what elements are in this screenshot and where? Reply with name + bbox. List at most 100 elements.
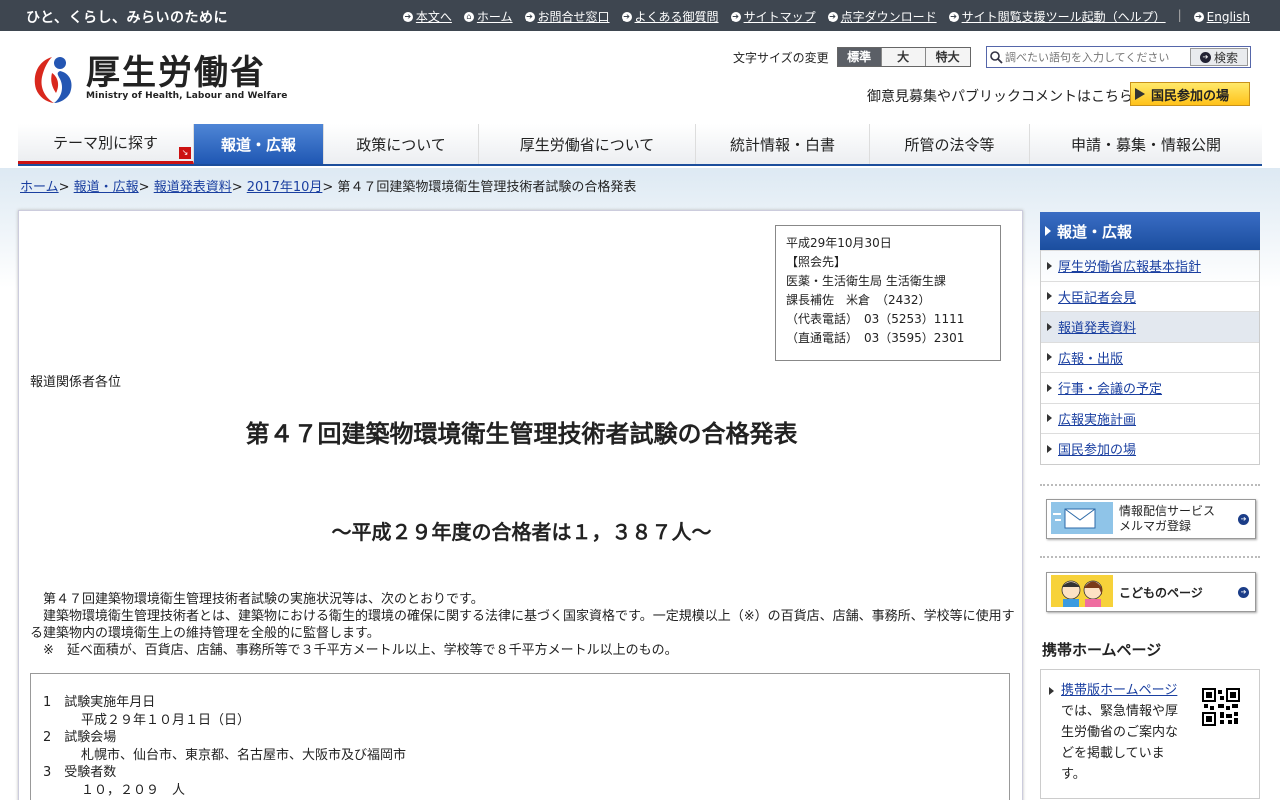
breadcrumb-press[interactable]: 報道・広報: [74, 180, 139, 195]
site-logo[interactable]: 厚生労働省 Ministry of Health, Labour and Wel…: [30, 53, 288, 105]
sidebar-heading[interactable]: 報道・広報: [1040, 212, 1260, 250]
ministry-logo-icon: [30, 53, 78, 105]
bullet-icon: [1047, 353, 1052, 362]
divider: |: [1177, 8, 1182, 22]
top-bar: ひと、くらし、みらいのために ➔ 本文へ ⌂ ホーム ➔ お問合せ窓口 ➔ よくある御質…: [0, 0, 1280, 31]
play-icon: [1045, 226, 1051, 236]
home-link[interactable]: ⌂ ホーム: [463, 8, 513, 25]
breadcrumb-press-releases[interactable]: 報道発表資料: [154, 180, 232, 195]
sitemap-link[interactable]: ➔ サイトマップ: [730, 8, 816, 25]
exam-details-box: 1 試験実施年月日 平成２９年１０月１日（日） 2 試験会場 札幌市、仙台市、東…: [30, 673, 1010, 800]
public-participation-button[interactable]: 国民参加の場: [1130, 82, 1250, 106]
bullet-icon: [1049, 687, 1054, 695]
mobile-site-text: 携帯版ホームページでは、緊急情報や厚生労働省のご案内などを掲載しています。: [1047, 680, 1179, 785]
arrow-icon: ➔: [827, 11, 838, 22]
breadcrumb-home[interactable]: ホーム: [20, 180, 59, 195]
sidebar-item-participation[interactable]: 国民参加の場: [1041, 433, 1259, 464]
arrow-icon: ➔: [1193, 11, 1204, 22]
search-button[interactable]: ➔ 検索: [1190, 48, 1248, 66]
font-size-buttons: 標準 大 特大: [836, 47, 971, 67]
arrow-icon: ➔: [1238, 514, 1249, 525]
page-title: 第４７回建築物環境衛生管理技術者試験の合格発表: [245, 420, 798, 448]
font-size-standard-button[interactable]: 標準: [837, 48, 882, 66]
arrow-icon: ➔: [1238, 587, 1249, 598]
nav-statistics[interactable]: 統計情報・白書: [696, 124, 870, 164]
skip-to-content-link[interactable]: ➔ 本文へ: [402, 8, 452, 25]
accessibility-tool-link[interactable]: ➔ サイト閲覧支援ツール起動（ヘルプ）: [948, 8, 1166, 25]
site-header: 厚生労働省 Ministry of Health, Labour and Wel…: [0, 31, 1280, 123]
breadcrumb: ホーム> 報道・広報> 報道発表資料> 2017年10月> 第４７回建築物環境衛…: [20, 180, 637, 195]
nav-laws[interactable]: 所管の法令等: [870, 124, 1030, 164]
detail-value: 札幌市、仙台市、東京都、名古屋市、大阪市及び福岡市: [81, 747, 407, 763]
global-nav: テーマ別に探す ↘ 報道・広報 政策について 厚生労働省について 統計情報・白書…: [18, 124, 1262, 166]
search-input[interactable]: [1005, 48, 1185, 66]
logo-title: 厚生労働省: [86, 53, 266, 93]
font-size-control: 文字サイズの変更 標準 大 特大: [733, 47, 971, 67]
kids-page-banner[interactable]: こどものページ ➔: [1046, 572, 1256, 612]
arrow-icon: ➔: [621, 11, 632, 22]
kids-icon: [1051, 574, 1113, 610]
sidebar-item-press-releases[interactable]: 報道発表資料: [1041, 311, 1259, 342]
sidebar-item-minister-press[interactable]: 大臣記者会見: [1041, 280, 1259, 312]
arrow-icon: ➔: [402, 11, 413, 22]
definition-paragraph: 建築物環境衛生管理技術者とは、建築物における衛生的環境の確保に関する法律に基づく…: [30, 609, 1015, 641]
mail-magazine-banner[interactable]: 情報配信サービス メルマガ登録 ➔: [1046, 499, 1256, 539]
detail-value: 平成２９年１０月１日（日）: [81, 712, 251, 728]
sidebar-item-pr-policy[interactable]: 厚生労働省広報基本指針: [1041, 250, 1259, 281]
sidebar-item-publications[interactable]: 広報・出版: [1041, 341, 1259, 373]
arrow-icon: ➔: [730, 11, 741, 22]
font-size-large-button[interactable]: 大: [881, 48, 926, 66]
arrow-icon: ➔: [1199, 51, 1211, 63]
breadcrumb-month[interactable]: 2017年10月: [247, 180, 323, 195]
detail-heading: 1 試験実施年月日: [43, 695, 156, 710]
contact-link[interactable]: ➔ お問合せ窓口: [524, 8, 610, 25]
logo-text: 厚生労働省 Ministry of Health, Labour and Wel…: [86, 53, 288, 101]
arrow-icon: ➔: [524, 11, 535, 22]
bullet-icon: [1047, 261, 1052, 270]
divider: [1040, 556, 1260, 558]
page-subtitle: ～平成２９年度の合格者は１，３８７人～: [331, 520, 712, 544]
bullet-icon: [1047, 292, 1052, 301]
nav-theme[interactable]: テーマ別に探す ↘: [18, 124, 194, 164]
breadcrumb-current: 第４７回建築物環境衛生管理技術者試験の合格発表: [337, 180, 637, 195]
contact-info-box: 平成29年10月30日 【照会先】 医薬・生活衛生局 生活衛生課 課長補佐 米倉…: [775, 225, 1001, 361]
bullet-icon: [1047, 444, 1052, 453]
nav-policy[interactable]: 政策について: [324, 124, 479, 164]
qr-code-icon: [1202, 688, 1240, 726]
nav-about[interactable]: 厚生労働省について: [479, 124, 696, 164]
addressee: 報道関係者各位: [30, 375, 122, 390]
detail-value: １０，２０９ 人: [81, 782, 186, 798]
public-comment-link[interactable]: 御意見募集やパブリックコメントはこちら: [867, 86, 1133, 106]
english-link[interactable]: ➔ English: [1193, 8, 1250, 25]
sidebar-item-events[interactable]: 行事・会議の予定: [1041, 372, 1259, 403]
sidebar-menu: 厚生労働省広報基本指針 大臣記者会見 報道発表資料 広報・出版 行事・会議の予定…: [1040, 250, 1260, 465]
nav-applications[interactable]: 申請・募集・情報公開: [1030, 124, 1262, 164]
utility-links: ➔ 本文へ ⌂ ホーム ➔ お問合せ窓口 ➔ よくある御質問 ➔ サイトマップ ➔ 点字ダウ…: [402, 8, 1250, 25]
main-content: 平成29年10月30日 【照会先】 医薬・生活衛生局 生活衛生課 課長補佐 米倉…: [18, 210, 1023, 800]
sidebar-item-pr-plan[interactable]: 広報実施計画: [1041, 402, 1259, 434]
divider: [1040, 484, 1260, 486]
font-size-label: 文字サイズの変更: [733, 50, 829, 65]
detail-heading: 2 試験会場: [43, 730, 117, 745]
intro-paragraph: 第４７回建築物環境衛生管理技術者試験の実施状況等は、次のとおりです。: [43, 592, 484, 607]
faq-link[interactable]: ➔ よくある御質問: [621, 8, 719, 25]
note-paragraph: ※ 延べ面積が、百貨店、店舗、事務所等で３千平方メートル以上、学校等で８千平方メ…: [43, 643, 678, 658]
search-icon: [987, 47, 1005, 67]
site-search: ➔ 検索: [986, 46, 1251, 68]
logo-english: Ministry of Health, Labour and Welfare: [86, 91, 288, 101]
envelope-icon: [1051, 501, 1113, 537]
font-size-xlarge-button[interactable]: 特大: [925, 48, 970, 66]
detail-heading: 3 受験者数: [43, 765, 117, 780]
braille-download-link[interactable]: ➔ 点字ダウンロード: [827, 8, 937, 25]
sidebar: 報道・広報 厚生労働省広報基本指針 大臣記者会見 報道発表資料 広報・出版 行事…: [1040, 212, 1260, 465]
mobile-site-box: 携帯版ホームページでは、緊急情報や厚生労働省のご案内などを掲載しています。: [1040, 669, 1260, 799]
nav-press[interactable]: 報道・広報: [194, 124, 324, 164]
bullet-icon: [1047, 383, 1052, 392]
play-icon: [1135, 88, 1145, 100]
mobile-site-heading: 携帯ホームページ: [1042, 641, 1162, 659]
mobile-site-link[interactable]: 携帯版ホームページ: [1061, 683, 1177, 698]
arrow-icon: ➔: [948, 11, 959, 22]
home-icon: ⌂: [463, 11, 474, 22]
expand-icon: ↘: [179, 147, 191, 159]
intro-text: 第４７回建築物環境衛生管理技術者試験の実施状況等は、次のとおりです。 建築物環境…: [30, 591, 1015, 659]
